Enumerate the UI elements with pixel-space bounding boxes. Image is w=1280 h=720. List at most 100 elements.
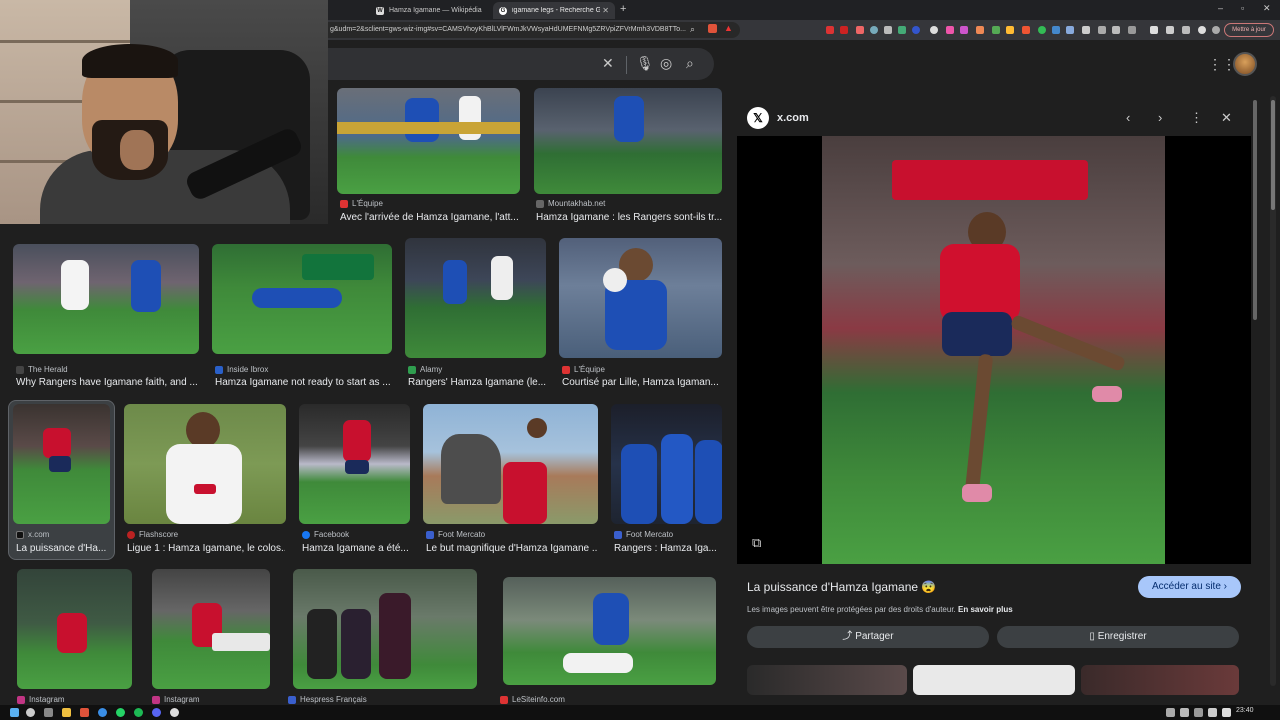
- extension-icon[interactable]: [1038, 26, 1046, 34]
- related-image[interactable]: [747, 665, 907, 695]
- tray-icon[interactable]: [1180, 708, 1189, 717]
- address-bar[interactable]: g&udm=2&sclient=gws-wiz-img#sv=CAMSVhoyK…: [320, 22, 740, 38]
- extension-icon[interactable]: [930, 26, 938, 34]
- tray-icon[interactable]: [1166, 708, 1175, 717]
- result-title[interactable]: Rangers' Hamza Igamane (le...: [408, 377, 546, 388]
- camera-search-icon[interactable]: ◎: [660, 55, 672, 72]
- result-source[interactable]: x.com: [16, 530, 49, 539]
- result-image[interactable]: [423, 404, 598, 524]
- microphone-icon[interactable]: 🎙: [636, 55, 654, 72]
- visit-site-button[interactable]: Accéder au site ›: [1138, 576, 1241, 598]
- extension-icon[interactable]: [898, 26, 906, 34]
- extension-icon[interactable]: [870, 26, 878, 34]
- task-view-icon[interactable]: [44, 708, 53, 717]
- vpn-icon[interactable]: [1198, 26, 1206, 34]
- result-image[interactable]: [611, 404, 722, 524]
- result-title[interactable]: Ligue 1 : Hamza Igamane, le colos...: [127, 543, 285, 554]
- discord-icon[interactable]: [152, 708, 161, 717]
- search-icon[interactable]: [26, 708, 35, 717]
- result-source[interactable]: Instagram: [17, 695, 65, 704]
- related-image[interactable]: [913, 665, 1075, 695]
- network-icon[interactable]: [1208, 708, 1217, 717]
- result-source[interactable]: Hespress Français: [288, 695, 367, 704]
- tab-wikipedia[interactable]: W Hamza Igamane — Wikipédia: [370, 2, 488, 19]
- result-source[interactable]: LeSiteinfo.com: [500, 695, 565, 704]
- extension-icon[interactable]: [1006, 26, 1014, 34]
- apps-grid-icon[interactable]: ⋮⋮: [1208, 56, 1236, 73]
- app-icon[interactable]: [98, 708, 107, 717]
- wallet-icon[interactable]: [1182, 26, 1190, 34]
- extension-icon[interactable]: [1112, 26, 1120, 34]
- more-options-icon[interactable]: ⋮: [1190, 110, 1203, 126]
- result-image[interactable]: [503, 577, 716, 685]
- extension-icon[interactable]: [992, 26, 1000, 34]
- shield-icon[interactable]: [1212, 26, 1220, 34]
- file-explorer-icon[interactable]: [62, 708, 71, 717]
- extension-icon[interactable]: [856, 26, 864, 34]
- start-icon[interactable]: [10, 708, 19, 717]
- panel-title[interactable]: La puissance d'Hamza Igamane 😨: [747, 580, 936, 594]
- learn-more-link[interactable]: En savoir plus: [958, 605, 1013, 614]
- result-image[interactable]: [13, 404, 110, 524]
- lens-search-icon[interactable]: ⧉: [752, 535, 761, 551]
- extension-icon[interactable]: [912, 26, 920, 34]
- avatar[interactable]: [1233, 52, 1257, 76]
- minimize-button[interactable]: –: [1218, 3, 1223, 13]
- result-source[interactable]: Alamy: [408, 365, 442, 374]
- sidebar-icon[interactable]: [1166, 26, 1174, 34]
- extension-icon[interactable]: [1052, 26, 1060, 34]
- search-input[interactable]: [320, 48, 714, 80]
- result-image[interactable]: [124, 404, 286, 524]
- result-source[interactable]: Inside Ibrox: [215, 365, 268, 374]
- close-window-button[interactable]: ✕: [1263, 3, 1271, 14]
- result-image[interactable]: [152, 569, 270, 689]
- result-title[interactable]: Hamza Igamane not ready to start as ...: [215, 377, 393, 388]
- search-icon[interactable]: ⌕: [686, 55, 694, 72]
- tab-google-search[interactable]: G igamane legs - Recherche Google ✕: [493, 2, 615, 19]
- whatsapp-icon[interactable]: [116, 708, 125, 717]
- result-image[interactable]: [337, 88, 520, 194]
- obs-icon[interactable]: [170, 708, 179, 717]
- extension-icon[interactable]: [976, 26, 984, 34]
- extension-icon[interactable]: [1082, 26, 1090, 34]
- result-image[interactable]: [212, 244, 392, 354]
- volume-icon[interactable]: [1222, 708, 1231, 717]
- result-image[interactable]: [299, 404, 410, 524]
- update-button[interactable]: Mettre à jour: [1224, 23, 1274, 37]
- warning-icon[interactable]: ▲: [724, 23, 733, 33]
- clock[interactable]: 23:40: [1236, 707, 1254, 714]
- result-image[interactable]: [17, 569, 132, 689]
- extension-icon[interactable]: [1128, 26, 1136, 34]
- result-title[interactable]: Avec l'arrivée de Hamza Igamane, l'att..…: [340, 212, 520, 223]
- result-title[interactable]: Why Rangers have Igamane faith, and ...: [16, 377, 199, 388]
- result-image[interactable]: [13, 244, 199, 354]
- previous-icon[interactable]: ‹: [1126, 110, 1130, 125]
- result-image[interactable]: [405, 238, 546, 358]
- save-button[interactable]: ▯ Enregistrer: [997, 626, 1239, 648]
- extension-icon[interactable]: [1098, 26, 1106, 34]
- new-tab-button[interactable]: +: [620, 3, 626, 15]
- share-button[interactable]: ⤴ Partager: [747, 626, 989, 648]
- media-icon[interactable]: [1150, 26, 1158, 34]
- maximize-button[interactable]: ▫: [1241, 3, 1244, 13]
- extension-icon[interactable]: [840, 26, 848, 34]
- next-icon[interactable]: ›: [1158, 110, 1162, 125]
- page-scrollbar[interactable]: [1271, 100, 1275, 210]
- result-title[interactable]: La puissance d'Ha...: [16, 543, 112, 554]
- result-image[interactable]: [534, 88, 722, 194]
- zoom-icon[interactable]: ⌕: [690, 24, 695, 35]
- result-source[interactable]: Foot Mercato: [614, 530, 673, 539]
- close-icon[interactable]: ✕: [1221, 110, 1232, 126]
- extension-icon[interactable]: [960, 26, 968, 34]
- result-image[interactable]: [293, 569, 477, 689]
- result-source[interactable]: L'Équipe: [340, 199, 383, 208]
- tray-icon[interactable]: [1194, 708, 1203, 717]
- brave-icon[interactable]: [80, 708, 89, 717]
- panel-scrollbar[interactable]: [1253, 100, 1257, 320]
- close-tab-icon[interactable]: ✕: [602, 6, 609, 15]
- result-source[interactable]: Mountakhab.net: [536, 199, 605, 208]
- result-title[interactable]: Hamza Igamane : les Rangers sont-ils tr.…: [536, 212, 722, 223]
- result-title[interactable]: Hamza Igamane a été...: [302, 543, 410, 554]
- result-title[interactable]: Rangers : Hamza Iga...: [614, 543, 722, 554]
- panel-source[interactable]: x.com: [777, 112, 809, 124]
